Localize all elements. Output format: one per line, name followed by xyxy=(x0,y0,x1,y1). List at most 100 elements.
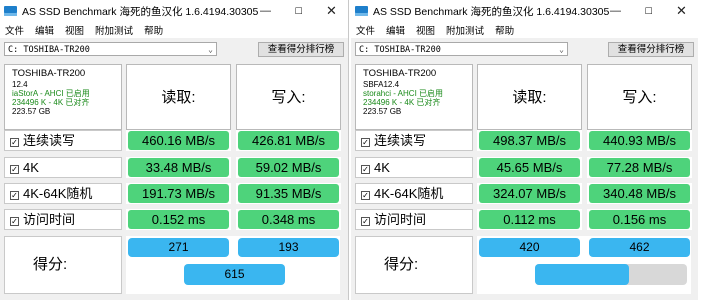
test-row-4k-64[interactable]: ✓ 4K-64K随机 xyxy=(355,183,473,204)
checkbox-icon[interactable]: ✓ xyxy=(361,191,370,200)
minimize-button[interactable]: — xyxy=(249,0,282,22)
test-label: 连续读写 xyxy=(374,133,427,148)
chevron-down-icon: ⌄ xyxy=(559,45,564,54)
read-cell: 45.65 MB/s xyxy=(477,157,582,178)
checkbox-icon[interactable]: ✓ xyxy=(10,191,19,200)
drive-size: 223.57 GB xyxy=(12,107,51,116)
checkbox-icon[interactable]: ✓ xyxy=(10,165,19,174)
test-label: 访问时间 xyxy=(374,212,427,227)
minimize-button[interactable]: — xyxy=(599,0,632,22)
drive-name: TOSHIBA-TR200 xyxy=(12,68,86,79)
test-label: 访问时间 xyxy=(23,212,76,227)
read-cell: 191.73 MB/s xyxy=(126,183,231,204)
read-value: 0.112 ms xyxy=(479,210,580,229)
alignment-status: 234496 K - 4K 已对齐 xyxy=(12,98,90,107)
checkbox-icon[interactable]: ✓ xyxy=(361,217,370,226)
total-score-progress xyxy=(535,264,687,285)
drive-name: TOSHIBA-TR200 xyxy=(363,68,437,79)
write-cell: 0.348 ms xyxy=(236,209,341,230)
write-cell: 440.93 MB/s xyxy=(587,130,692,151)
score-label: 得分: xyxy=(355,236,473,294)
write-value: 77.28 MB/s xyxy=(589,158,690,177)
write-cell: 59.02 MB/s xyxy=(236,157,341,178)
test-label: 4K-64K随机 xyxy=(23,186,93,201)
test-row-4k[interactable]: ✓ 4K xyxy=(355,157,473,178)
score-ranking-button[interactable]: 查看得分排行榜 xyxy=(258,42,344,57)
write-score: 462 xyxy=(589,238,690,257)
menu-extra-tests[interactable]: 附加测试 xyxy=(95,23,133,37)
checkbox-icon[interactable]: ✓ xyxy=(361,138,370,147)
score-area: 271 193 615 xyxy=(126,236,340,294)
close-button[interactable]: ✕ xyxy=(315,0,348,22)
read-value: 0.152 ms xyxy=(128,210,229,229)
write-value: 91.35 MB/s xyxy=(238,184,339,203)
write-header: 写入: xyxy=(587,64,692,130)
menu-file[interactable]: 文件 xyxy=(5,23,24,37)
maximize-button[interactable]: ☐ xyxy=(632,0,665,22)
read-cell: 460.16 MB/s xyxy=(126,130,231,151)
read-score: 271 xyxy=(128,238,229,257)
toolbar: C: TOSHIBA-TR200 ⌄ 查看得分排行榜 xyxy=(0,38,348,60)
close-button[interactable]: ✕ xyxy=(665,0,698,22)
write-score: 193 xyxy=(238,238,339,257)
read-cell: 0.152 ms xyxy=(126,209,231,230)
maximize-button[interactable]: ☐ xyxy=(282,0,315,22)
driver-status: iaStorA - AHCI 已启用 xyxy=(12,89,90,98)
total-score: 615 xyxy=(184,264,285,285)
read-cell: 33.48 MB/s xyxy=(126,157,231,178)
menu-edit[interactable]: 编辑 xyxy=(386,23,405,37)
menu-bar: 文件 编辑 视图 附加测试 帮助 xyxy=(351,22,698,38)
test-row-4k[interactable]: ✓ 4K xyxy=(4,157,122,178)
checkbox-icon[interactable]: ✓ xyxy=(10,217,19,226)
progress-fill xyxy=(535,264,630,285)
test-label: 连续读写 xyxy=(23,133,76,148)
checkbox-icon[interactable]: ✓ xyxy=(10,138,19,147)
test-row-seq[interactable]: ✓ 连续读写 xyxy=(355,130,473,151)
read-header: 读取: xyxy=(477,64,582,130)
menu-bar: 文件 编辑 视图 附加测试 帮助 xyxy=(0,22,348,38)
menu-view[interactable]: 视图 xyxy=(416,23,435,37)
read-value: 33.48 MB/s xyxy=(128,158,229,177)
read-value: 324.07 MB/s xyxy=(479,184,580,203)
write-value: 440.93 MB/s xyxy=(589,131,690,150)
write-header: 写入: xyxy=(236,64,341,130)
write-value: 59.02 MB/s xyxy=(238,158,339,177)
read-score: 420 xyxy=(479,238,580,257)
title-bar: AS SSD Benchmark 海死的鱼汉化 1.6.4194.30305 —… xyxy=(0,0,348,22)
test-row-access-time[interactable]: ✓ 访问时间 xyxy=(4,209,122,230)
app-icon xyxy=(4,6,17,16)
checkbox-icon[interactable]: ✓ xyxy=(361,165,370,174)
menu-extra-tests[interactable]: 附加测试 xyxy=(446,23,484,37)
menu-help[interactable]: 帮助 xyxy=(495,23,514,37)
score-label: 得分: xyxy=(4,236,122,294)
read-cell: 0.112 ms xyxy=(477,209,582,230)
read-value: 460.16 MB/s xyxy=(128,131,229,150)
write-value: 0.348 ms xyxy=(238,210,339,229)
firmware-version: 12.4 xyxy=(12,80,28,89)
read-cell: 498.37 MB/s xyxy=(477,130,582,151)
write-value: 0.156 ms xyxy=(589,210,690,229)
drive-select[interactable]: C: TOSHIBA-TR200 ⌄ xyxy=(4,42,217,56)
score-ranking-button[interactable]: 查看得分排行榜 xyxy=(608,42,694,57)
score-area: 420 462 xyxy=(477,236,691,294)
drive-select-value: C: TOSHIBA-TR200 xyxy=(8,45,90,55)
test-row-4k-64[interactable]: ✓ 4K-64K随机 xyxy=(4,183,122,204)
menu-help[interactable]: 帮助 xyxy=(144,23,163,37)
write-cell: 426.81 MB/s xyxy=(236,130,341,151)
alignment-status: 234496 K - 4K 已对齐 xyxy=(363,98,441,107)
benchmark-window-right: AS SSD Benchmark 海死的鱼汉化 1.6.4194.30305 —… xyxy=(351,0,698,300)
drive-info-panel: TOSHIBA-TR200 12.4 iaStorA - AHCI 已启用 23… xyxy=(4,64,122,130)
test-label: 4K xyxy=(23,160,39,175)
test-row-seq[interactable]: ✓ 连续读写 xyxy=(4,130,122,151)
write-cell: 340.48 MB/s xyxy=(587,183,692,204)
drive-select-value: C: TOSHIBA-TR200 xyxy=(359,45,441,55)
menu-edit[interactable]: 编辑 xyxy=(35,23,54,37)
test-row-access-time[interactable]: ✓ 访问时间 xyxy=(355,209,473,230)
drive-select[interactable]: C: TOSHIBA-TR200 ⌄ xyxy=(355,42,568,56)
read-header: 读取: xyxy=(126,64,231,130)
menu-view[interactable]: 视图 xyxy=(65,23,84,37)
menu-file[interactable]: 文件 xyxy=(356,23,375,37)
read-value: 498.37 MB/s xyxy=(479,131,580,150)
write-cell: 0.156 ms xyxy=(587,209,692,230)
drive-info-panel: TOSHIBA-TR200 SBFA12.4 storahci - AHCI 已… xyxy=(355,64,473,130)
